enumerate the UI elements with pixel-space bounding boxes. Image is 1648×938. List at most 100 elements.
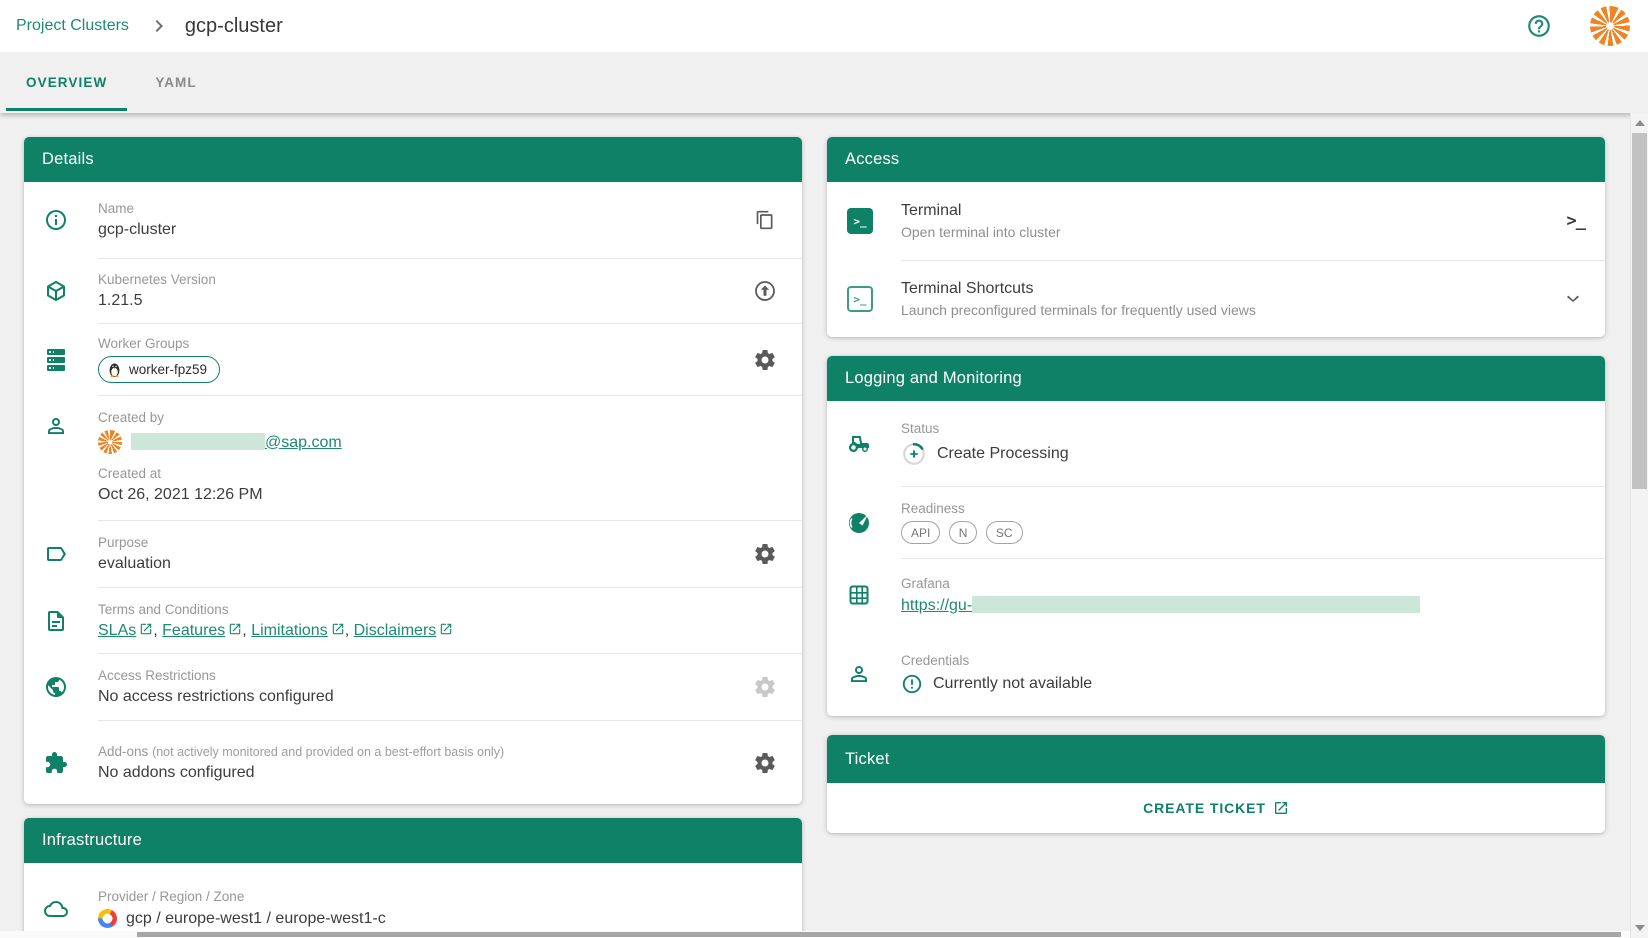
chevron-right-icon <box>147 14 171 38</box>
tab-yaml[interactable]: YAML <box>145 52 206 113</box>
ticket-card: Ticket CREATE TICKET <box>827 735 1605 833</box>
account-icon <box>44 414 98 438</box>
upgrade-icon[interactable] <box>748 279 782 303</box>
terminal-shortcuts-row[interactable]: >_ Terminal Shortcuts Launch preconfigur… <box>827 261 1605 337</box>
terms-label: Terms and Conditions <box>98 602 782 617</box>
tab-bar: OVERVIEW YAML <box>0 52 1648 113</box>
server-icon <box>44 348 98 372</box>
details-row-addons: Add-ons (not actively monitored and prov… <box>24 721 802 804</box>
app-header: Project Clusters gcp-cluster <box>0 0 1648 52</box>
separator: , <box>242 622 246 639</box>
breadcrumb-project-clusters[interactable]: Project Clusters <box>16 17 129 35</box>
infrastructure-row-provider: Provider / Region / Zone gcp / europe-we… <box>24 863 802 938</box>
name-label: Name <box>98 201 748 216</box>
terminal-row[interactable]: >_ Terminal Open terminal into cluster >… <box>827 182 1605 260</box>
info-icon <box>44 208 98 232</box>
horizontal-scrollbar[interactable] <box>0 931 1630 938</box>
purpose-value: evaluation <box>98 555 748 573</box>
grafana-row: Grafana https://gu- <box>827 559 1605 631</box>
help-icon[interactable] <box>1526 13 1552 39</box>
link-slas[interactable]: SLAs <box>98 622 136 639</box>
readiness-label: Readiness <box>901 501 1585 516</box>
vertical-scrollbar[interactable] <box>1630 113 1648 938</box>
grafana-label: Grafana <box>901 576 1585 591</box>
user-avatar[interactable] <box>1590 6 1630 46</box>
penguin-icon <box>106 361 123 378</box>
link-limitations[interactable]: Limitations <box>251 622 327 639</box>
scroll-down-arrow-icon[interactable] <box>1635 925 1645 931</box>
details-row-name: Name gcp-cluster <box>24 182 802 258</box>
worker-groups-label: Worker Groups <box>98 336 748 351</box>
scroll-up-arrow-icon[interactable] <box>1635 120 1645 126</box>
link-features[interactable]: Features <box>162 622 225 639</box>
created-by-redacted-name <box>131 433 265 450</box>
main-content: Details Name gcp-cluster K <box>0 113 1648 938</box>
access-restrictions-label: Access Restrictions <box>98 668 748 683</box>
right-column: Access >_ Terminal Open terminal into cl… <box>827 137 1605 938</box>
readiness-chip-n: N <box>949 521 978 544</box>
created-at-label: Created at <box>98 466 748 481</box>
created-by-email-link[interactable]: @sap.com <box>265 434 342 451</box>
created-at-value: Oct 26, 2021 12:26 PM <box>98 486 748 504</box>
gcp-logo-icon <box>98 909 117 928</box>
provider-label: Provider / Region / Zone <box>98 889 782 904</box>
external-link-icon <box>228 622 242 636</box>
status-value: Create Processing <box>937 445 1069 463</box>
open-terminal-button[interactable]: >_ <box>1567 211 1585 231</box>
chevron-down-icon[interactable] <box>1561 287 1585 311</box>
provider-value: gcp / europe-west1 / europe-west1-c <box>126 910 386 928</box>
status-label: Status <box>901 421 1585 436</box>
external-link-icon <box>139 622 153 636</box>
link-disclaimers[interactable]: Disclaimers <box>354 622 437 639</box>
readiness-row: Readiness API N SC <box>827 487 1605 558</box>
external-link-icon <box>439 622 453 636</box>
create-ticket-button[interactable]: CREATE TICKET <box>1131 792 1301 824</box>
access-card-header: Access <box>827 137 1605 182</box>
credentials-value: Currently not available <box>933 675 1092 693</box>
terminal-shortcuts-title: Terminal Shortcuts <box>901 280 1561 298</box>
horizontal-scrollbar-thumb[interactable] <box>137 932 1621 937</box>
external-link-icon <box>331 622 345 636</box>
created-by-avatar <box>98 430 122 454</box>
purpose-label: Purpose <box>98 535 748 550</box>
tractor-icon <box>847 432 901 456</box>
external-link-icon <box>1273 800 1289 816</box>
worker-group-chip[interactable]: worker-fpz59 <box>98 356 220 383</box>
addons-label: Add-ons <box>98 744 148 759</box>
separator: , <box>153 622 157 639</box>
tab-overview[interactable]: OVERVIEW <box>16 52 117 113</box>
progress-create-icon <box>901 441 927 467</box>
dashboard-grid-icon <box>847 583 901 607</box>
copy-icon[interactable] <box>748 210 782 230</box>
details-row-created: Created by @sap.com Created at Oct 26, 2… <box>24 396 802 520</box>
details-row-terms: Terms and Conditions SLAs, Features, Lim… <box>24 588 802 653</box>
alert-circle-icon <box>901 673 923 695</box>
terminal-shortcuts-subtitle: Launch preconfigured terminals for frequ… <box>901 302 1561 318</box>
puzzle-icon <box>44 751 98 775</box>
details-row-kubernetes-version: Kubernetes Version 1.21.5 <box>24 259 802 323</box>
details-row-purpose: Purpose evaluation <box>24 521 802 587</box>
grafana-redacted-url <box>972 596 1420 613</box>
details-card-header: Details <box>24 137 802 182</box>
created-by-label: Created by <box>98 410 748 425</box>
gauge-icon <box>847 511 901 535</box>
grafana-link[interactable]: https://gu- <box>901 597 972 614</box>
gear-icon-disabled <box>748 675 782 699</box>
credentials-label: Credentials <box>901 653 1585 668</box>
separator: , <box>345 622 349 639</box>
worker-group-chip-label: worker-fpz59 <box>129 362 207 377</box>
terminal-subtitle: Open terminal into cluster <box>901 224 1567 240</box>
gear-icon[interactable] <box>748 751 782 775</box>
create-ticket-label: CREATE TICKET <box>1143 800 1266 816</box>
account-icon <box>847 662 901 686</box>
details-row-access-restrictions: Access Restrictions No access restrictio… <box>24 654 802 720</box>
terminal-shortcuts-icon: >_ <box>847 286 901 312</box>
addons-note: (not actively monitored and provided on … <box>152 745 504 759</box>
access-restrictions-value: No access restrictions configured <box>98 688 748 706</box>
terminal-title: Terminal <box>901 202 1567 220</box>
details-row-worker-groups: Worker Groups worker-fpz59 <box>24 324 802 395</box>
gear-icon[interactable] <box>748 348 782 372</box>
gear-icon[interactable] <box>748 542 782 566</box>
page-title: gcp-cluster <box>185 15 283 38</box>
vertical-scrollbar-thumb[interactable] <box>1632 133 1647 489</box>
